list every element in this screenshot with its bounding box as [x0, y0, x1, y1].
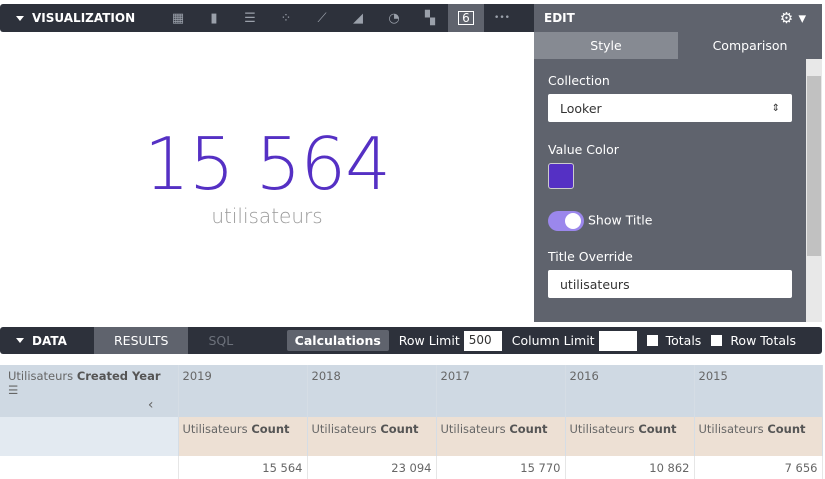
pivot-icon[interactable]: ☰	[8, 383, 18, 397]
row-limit-label: Row Limit	[398, 333, 460, 348]
collection-label: Collection	[548, 73, 610, 88]
more-icon[interactable]: •••	[484, 4, 520, 32]
data-title: DATA	[32, 333, 67, 348]
collection-select[interactable]: Looker ⇕	[548, 94, 792, 122]
single-value-icon[interactable]: 6	[448, 4, 484, 32]
visualization-title: VISUALIZATION	[32, 11, 136, 25]
value-cell: 7 656	[694, 456, 823, 479]
caret-down-icon	[16, 15, 24, 21]
title-override-input[interactable]: utilisateurs	[548, 270, 792, 298]
single-value: 15 564	[144, 122, 391, 206]
row-totals-label: Row Totals	[730, 333, 796, 348]
measure-header[interactable]: Utilisateurs Count	[694, 417, 823, 456]
value-color-label: Value Color	[548, 142, 619, 157]
row-label-cell	[0, 456, 179, 479]
edit-title: EDIT	[544, 11, 575, 25]
table-icon[interactable]: ▦	[160, 4, 196, 32]
column-limit-input[interactable]	[598, 330, 637, 351]
row-totals-checkbox[interactable]	[711, 335, 723, 346]
visualization-toggle[interactable]: VISUALIZATION	[0, 11, 135, 25]
tab-sql[interactable]: SQL	[188, 327, 253, 354]
pivot-dimension-header[interactable]: Utilisateurs Created Year ☰ ‹	[0, 365, 179, 417]
show-title-label: Show Title	[587, 212, 653, 228]
column-chart-icon[interactable]: ▮	[196, 4, 232, 32]
pivot-year: 2017	[436, 365, 566, 417]
row-limit-input[interactable]: 500	[463, 330, 502, 351]
pivot-year: 2018	[307, 365, 437, 417]
scrollbar-thumb[interactable]	[807, 76, 821, 256]
data-toggle[interactable]: DATA	[0, 334, 94, 348]
collection-value: Looker	[560, 100, 602, 116]
map-icon[interactable]: ▚	[412, 4, 448, 32]
select-arrows-icon: ⇕	[771, 102, 780, 114]
title-override-label: Title Override	[548, 249, 633, 264]
pivot-year: 2019	[178, 365, 308, 417]
value-cell: 10 862	[565, 456, 695, 479]
measure-header[interactable]: Utilisateurs Count	[178, 417, 308, 456]
area-chart-icon[interactable]: ◢	[340, 4, 376, 32]
totals-label: Totals	[665, 333, 702, 348]
caret-down-icon	[16, 338, 24, 343]
calculations-button[interactable]: Calculations	[286, 330, 389, 351]
pivot-year: 2016	[565, 365, 695, 417]
title-override-value: utilisateurs	[560, 276, 630, 292]
value-cell: 15 770	[436, 456, 566, 479]
totals-checkbox[interactable]	[646, 335, 658, 346]
measure-header[interactable]: Utilisateurs Count	[307, 417, 437, 456]
tab-comparison[interactable]: Comparison	[678, 32, 822, 59]
line-chart-icon[interactable]: ⟋	[304, 4, 340, 32]
measure-header[interactable]: Utilisateurs Count	[565, 417, 695, 456]
edit-panel: EDIT ⚙ ▾ Style Comparison Collection Look…	[534, 4, 822, 322]
bar-chart-icon[interactable]: ☰	[232, 4, 268, 32]
tab-style[interactable]: Style	[534, 32, 678, 59]
collapse-icon[interactable]: ‹	[8, 397, 174, 413]
value-cell: 15 564	[178, 456, 308, 479]
data-bar: DATA RESULTS SQL Calculations Row Limit 5…	[0, 327, 822, 354]
scatter-icon[interactable]: ⁘	[268, 4, 304, 32]
tab-results[interactable]: RESULTS	[94, 327, 189, 354]
gear-icon[interactable]: ⚙ ▾	[780, 9, 806, 27]
scrollbar[interactable]	[806, 59, 822, 322]
empty-header-cell	[0, 417, 179, 456]
show-title-toggle[interactable]	[548, 211, 584, 231]
pivot-year: 2015	[694, 365, 823, 417]
measure-header[interactable]: Utilisateurs Count	[436, 417, 566, 456]
value-color-swatch[interactable]	[548, 163, 574, 189]
pie-chart-icon[interactable]: ◔	[376, 4, 412, 32]
single-value-glyph: 6	[458, 11, 474, 25]
single-value-title: utilisateurs	[211, 204, 323, 228]
value-cell: 23 094	[307, 456, 437, 479]
results-table: Utilisateurs Created Year ☰ ‹ 2019 2018 2…	[0, 365, 823, 479]
visualization-bar: VISUALIZATION ▦ ▮ ☰ ⁘ ⟋ ◢ ◔ ▚ 6 •••	[0, 4, 534, 32]
column-limit-label: Column Limit	[511, 333, 595, 348]
